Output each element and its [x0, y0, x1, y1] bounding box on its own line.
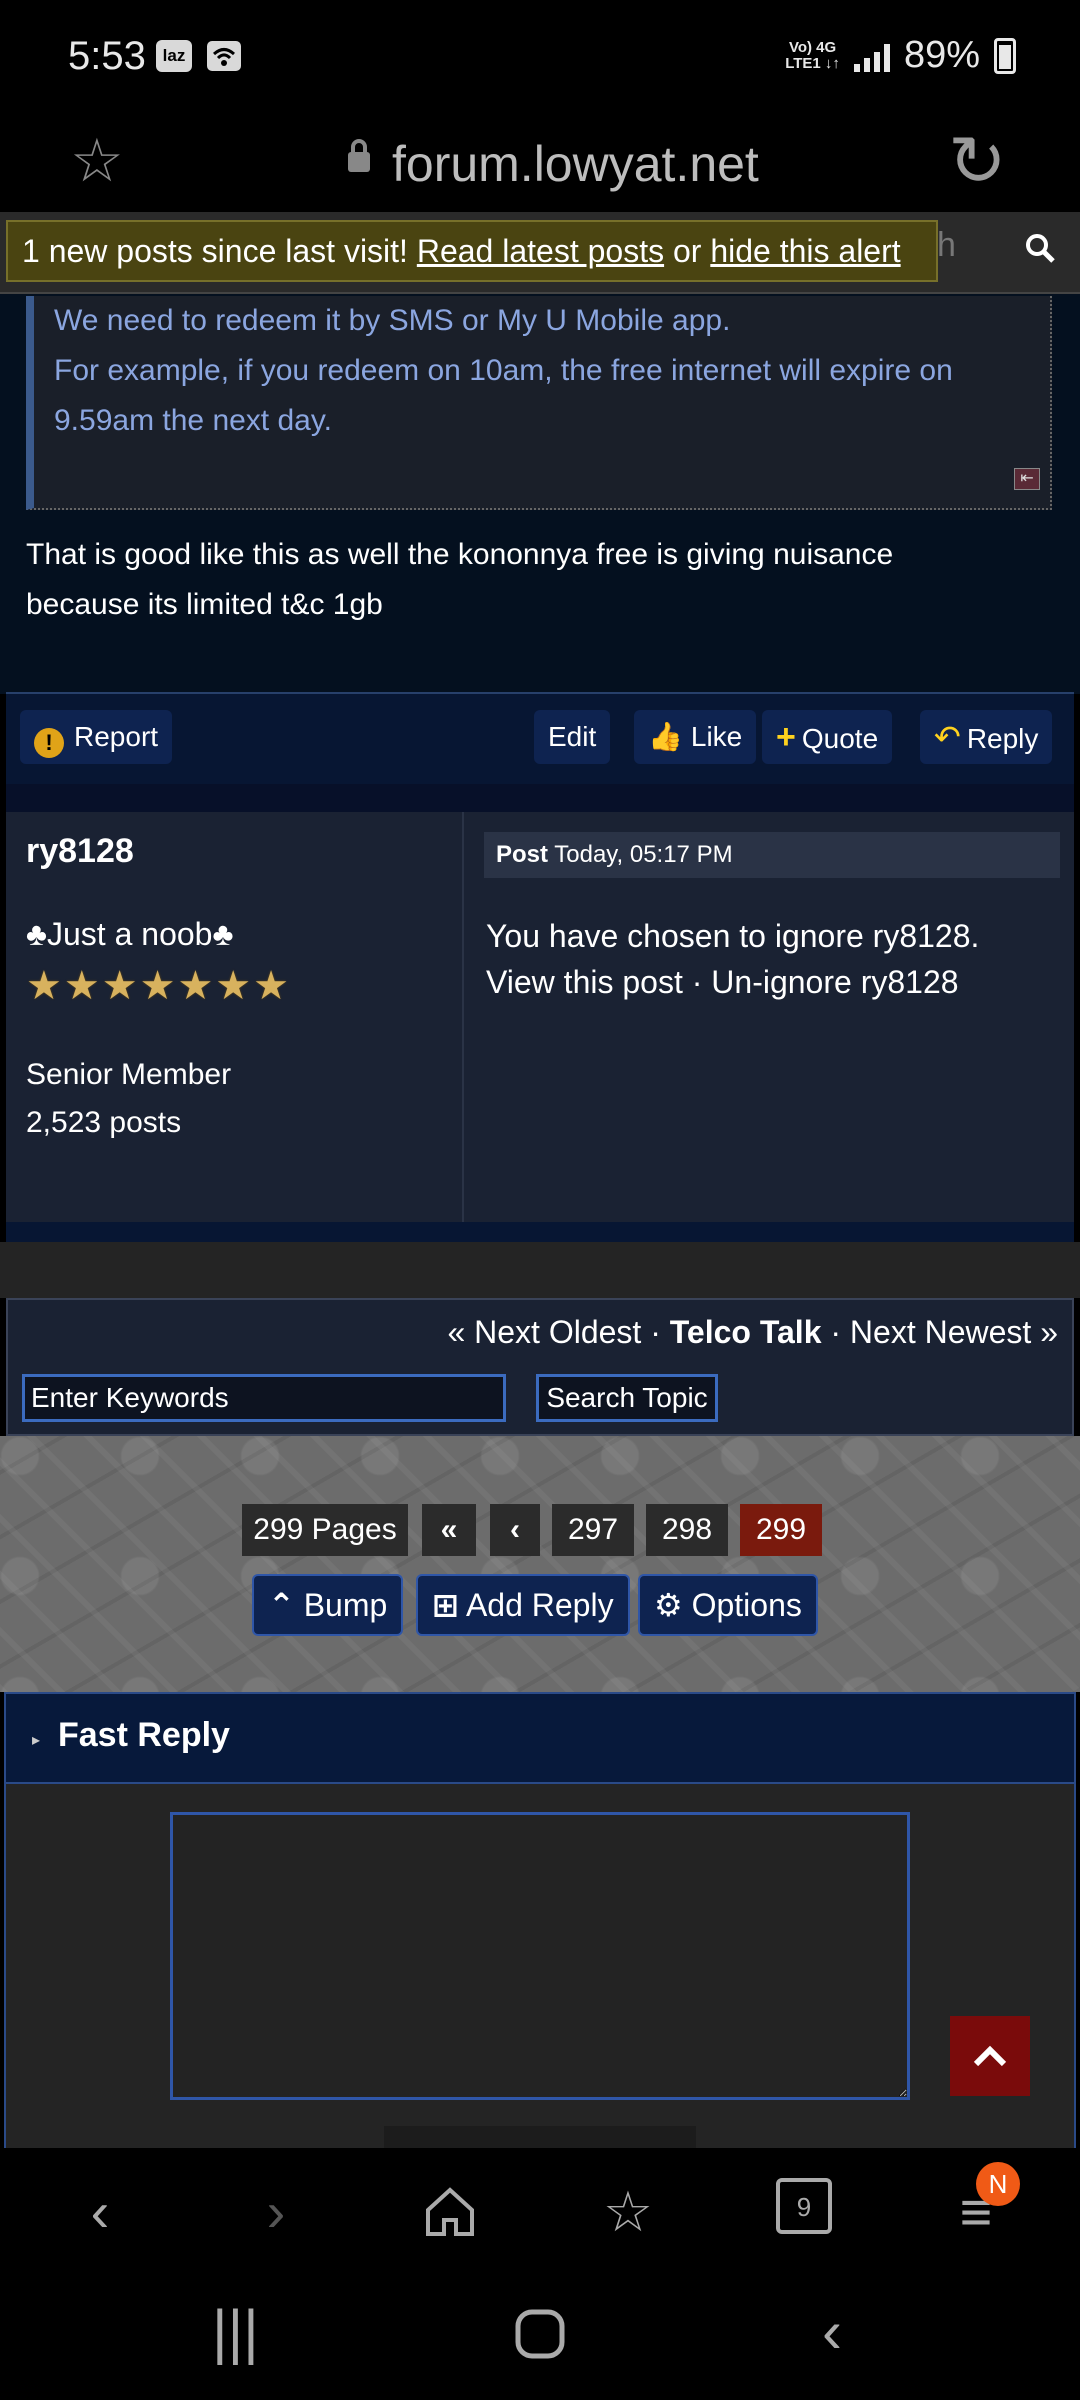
- spacer: [0, 1242, 1080, 1298]
- wifi-icon: [206, 40, 242, 72]
- collapse-quote-icon[interactable]: ⇤: [1014, 468, 1040, 490]
- prev-page-button[interactable]: ‹: [490, 1504, 540, 1556]
- fast-reply-toolbar: [384, 2126, 696, 2148]
- search-topic-button[interactable]: Search Topic: [536, 1374, 718, 1422]
- thumbs-up-icon: 👍: [648, 721, 683, 752]
- ignore-notice: You have chosen to ignore ry8128.: [486, 918, 980, 954]
- read-latest-posts-link[interactable]: Read latest posts: [417, 233, 664, 269]
- page-link-297[interactable]: 297: [552, 1504, 634, 1556]
- rank-stars: ★ ★ ★ ★ ★ ★ ★: [26, 966, 289, 1006]
- quote-line: We need to redeem it by SMS or My U Mobi…: [54, 304, 731, 337]
- topic-nav-line: « Next Oldest · Telco Talk · Next Newest…: [447, 1314, 1058, 1350]
- star-icon: ★: [253, 964, 290, 1008]
- signal-icon: [853, 40, 890, 72]
- username[interactable]: ry8128: [26, 832, 134, 871]
- star-icon: ★: [139, 964, 176, 1008]
- alert-or: or: [672, 233, 702, 269]
- system-nav-bar: ||| ‹: [0, 2274, 1080, 2400]
- battery-icon: [994, 37, 1016, 74]
- lock-icon: [348, 139, 370, 172]
- pages-count[interactable]: 299 Pages: [242, 1504, 408, 1556]
- post-action-bar: ! Report Edit 👍 Like + Quote ↶ Reply: [6, 694, 1074, 784]
- edit-button[interactable]: Edit: [534, 710, 611, 764]
- notification-badge: N: [976, 2162, 1020, 2206]
- current-page[interactable]: 299: [740, 1504, 822, 1556]
- plus-square-icon: ⊞: [432, 1587, 459, 1623]
- fast-reply-title: Fast Reply: [58, 1716, 230, 1754]
- reply-button[interactable]: ↶ Reply: [920, 710, 1053, 764]
- divider: [6, 784, 1074, 812]
- hide-alert-link[interactable]: hide this alert: [710, 233, 900, 269]
- home-button-icon[interactable]: [510, 2292, 570, 2384]
- star-icon: ★: [26, 964, 62, 1008]
- user-title: ♣Just a noob♣: [26, 916, 234, 952]
- star-icon: ★: [63, 964, 100, 1008]
- reply-arrow-icon: ↶: [934, 719, 961, 755]
- user-info: ry8128 ♣Just a noob♣ ★ ★ ★ ★ ★ ★ ★ Senior Memb…: [6, 812, 464, 1222]
- first-page-button[interactable]: «: [422, 1504, 476, 1556]
- forward-icon[interactable]: ›: [236, 2172, 316, 2252]
- home-icon[interactable]: [410, 2172, 490, 2252]
- star-icon: ★: [215, 964, 252, 1008]
- post-text-line: That is good like this as well the konon…: [26, 538, 894, 571]
- decorative-background: [0, 1436, 1080, 1692]
- next-newest-link[interactable]: Next Newest »: [850, 1314, 1058, 1350]
- url-bar: ☆ forum.lowyat.net ↻: [0, 116, 1080, 212]
- laz-icon: laz: [156, 40, 192, 72]
- tabs-icon[interactable]: 9: [776, 2178, 832, 2234]
- network-indicator: Vo) 4G LTE1 ↓↑: [785, 38, 840, 72]
- new-posts-alert: 1 new posts since last visit! Read lates…: [6, 220, 938, 282]
- search-icon[interactable]: [1024, 232, 1056, 273]
- like-button[interactable]: 👍 Like: [634, 710, 757, 764]
- recent-apps-icon[interactable]: |||: [212, 2292, 259, 2372]
- post-text-line: because its limited t&c 1gb: [26, 588, 383, 621]
- battery-level: 89%: [903, 34, 980, 76]
- quote-button[interactable]: + Quote: [762, 710, 893, 764]
- gear-icon: ⚙: [654, 1587, 683, 1623]
- url-text[interactable]: forum.lowyat.net: [392, 126, 759, 202]
- status-bar: 5:53 laz Vo) 4G LTE1 ↓↑ 89%: [0, 0, 1080, 116]
- bump-button[interactable]: ⌃ Bump: [252, 1574, 404, 1636]
- user-post-count: 2,523 posts: [26, 1106, 182, 1139]
- star-icon: ★: [177, 964, 214, 1008]
- scroll-to-top-button[interactable]: [950, 2016, 1030, 2096]
- quote-block: We need to redeem it by SMS or My U Mobi…: [26, 296, 1052, 510]
- next-oldest-link[interactable]: « Next Oldest: [447, 1314, 641, 1350]
- system-back-icon[interactable]: ‹: [822, 2292, 842, 2372]
- back-icon[interactable]: ‹: [60, 2172, 140, 2252]
- quote-line: 9.59am the next day.: [54, 404, 332, 437]
- bookmark-star-icon[interactable]: ☆: [70, 126, 124, 196]
- divider: [6, 1222, 1074, 1242]
- reload-icon[interactable]: ↻: [948, 120, 1007, 202]
- ignored-post: ry8128 ♣Just a noob♣ ★ ★ ★ ★ ★ ★ ★ Senior Memb…: [6, 812, 1074, 1222]
- add-reply-button[interactable]: ⊞ Add Reply: [416, 1574, 630, 1636]
- star-icon: ★: [101, 964, 138, 1008]
- page-link-298[interactable]: 298: [646, 1504, 728, 1556]
- report-button[interactable]: ! Report: [20, 710, 173, 764]
- forum-link[interactable]: Telco Talk: [670, 1314, 822, 1350]
- browser-toolbar: ‹ › ☆ ≡: [0, 2148, 1080, 2274]
- bookmarks-icon[interactable]: ☆: [588, 2172, 668, 2252]
- view-unignore-links[interactable]: View this post · Un-ignore ry8128: [486, 964, 959, 1001]
- chevron-up-icon: ⌃: [268, 1587, 295, 1623]
- alert-text: 1 new posts since last visit!: [22, 233, 408, 269]
- warning-icon: !: [34, 728, 64, 758]
- post-label: Post: [496, 841, 549, 868]
- fast-reply-textarea[interactable]: [170, 1812, 910, 2100]
- topic-navigation: « Next Oldest · Telco Talk · Next Newest…: [6, 1298, 1074, 1436]
- plus-icon: +: [776, 718, 796, 756]
- options-button[interactable]: ⚙ Options: [638, 1574, 818, 1636]
- keyword-search-input[interactable]: [22, 1374, 506, 1422]
- quote-line: For example, if you redeem on 10am, the …: [54, 354, 953, 387]
- post-header: Post Today, 05:17 PM: [484, 832, 1060, 878]
- caret-right-icon: ▸: [32, 1732, 41, 1749]
- fast-reply-header[interactable]: ▸ Fast Reply: [4, 1692, 1076, 1784]
- status-time: 5:53: [68, 34, 146, 78]
- post-time: Today, 05:17 PM: [554, 841, 733, 868]
- user-rank: Senior Member: [26, 1058, 232, 1091]
